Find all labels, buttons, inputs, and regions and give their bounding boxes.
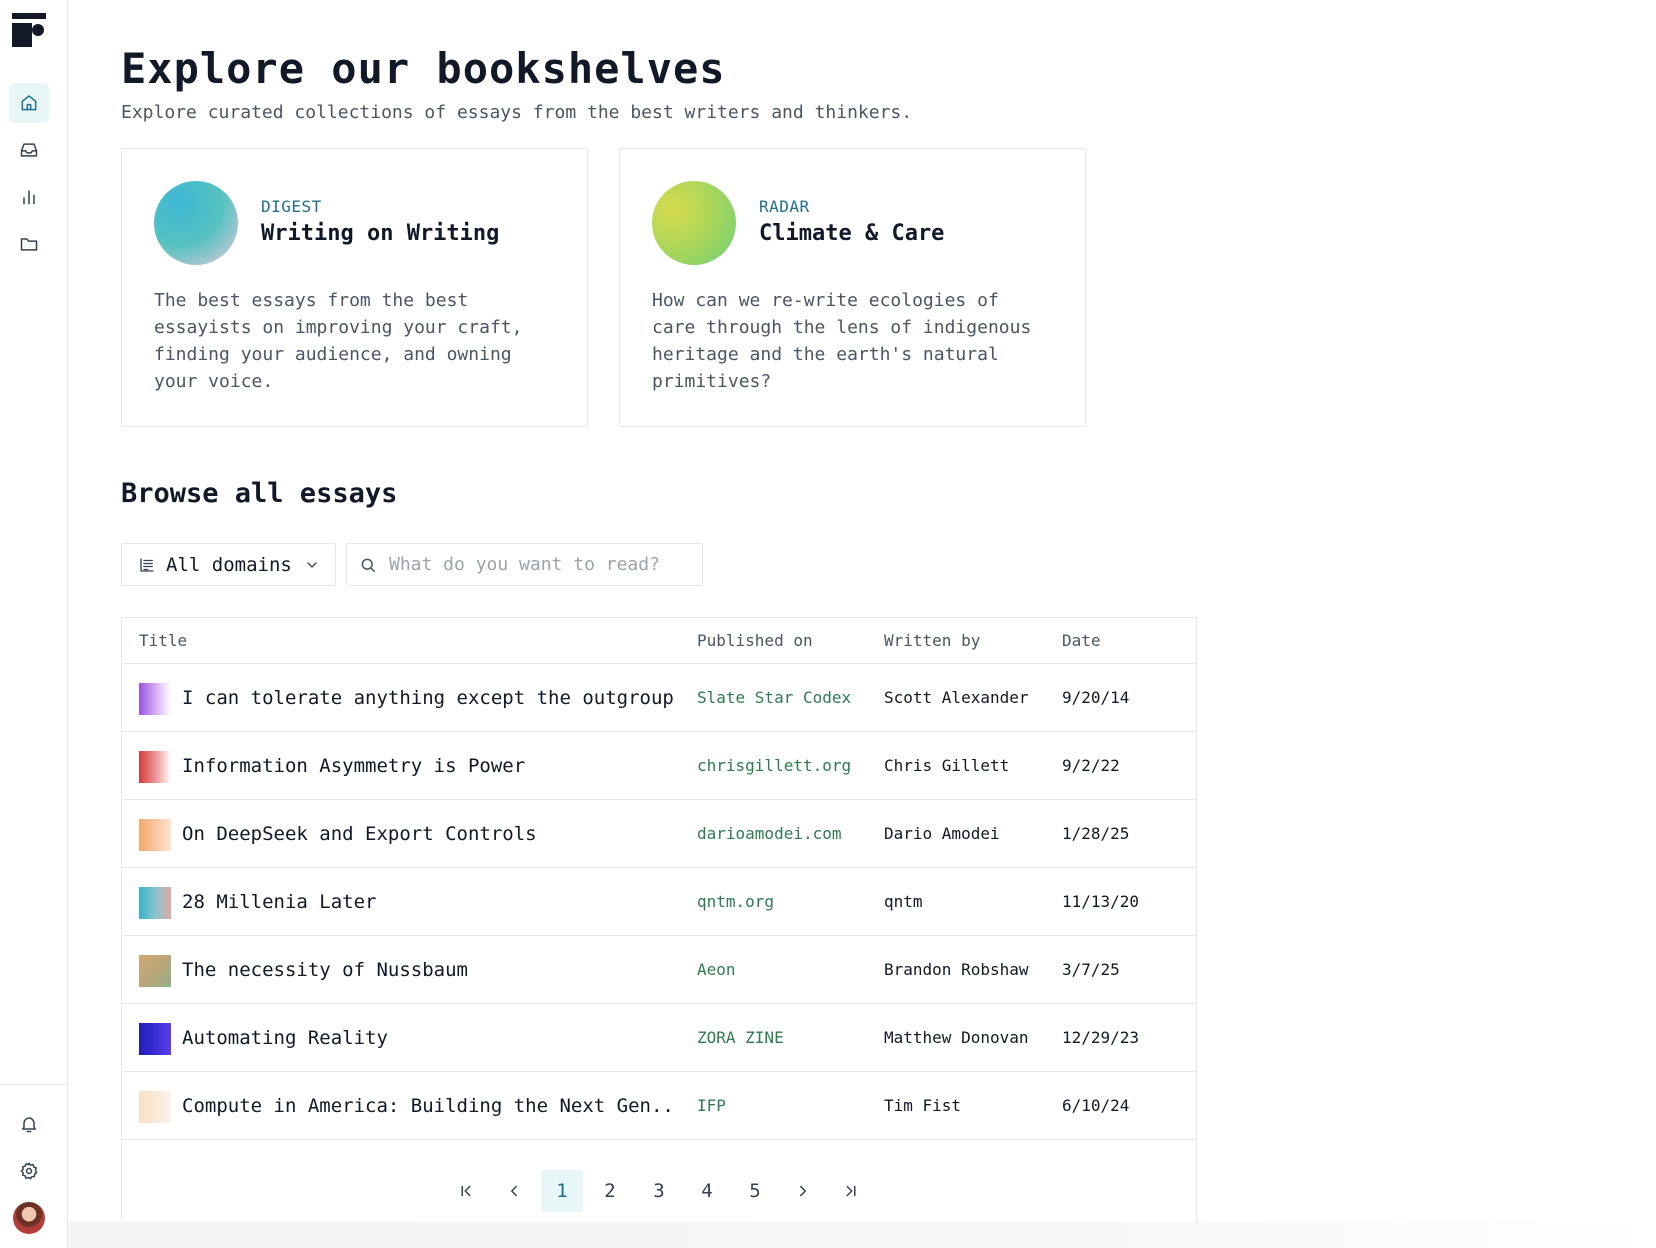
sidebar [0, 0, 68, 1248]
chevron-down-icon [307, 561, 317, 568]
essay-date: 12/29/23 [1062, 1028, 1140, 1047]
essay-publisher-link[interactable]: IFP [697, 1096, 726, 1115]
page-title: Explore our bookshelves [121, 44, 726, 93]
domain-filter-label: All domains [166, 553, 292, 576]
essay-title[interactable]: 28 Millenia Later [182, 891, 376, 913]
essay-thumbnail [139, 683, 171, 715]
essay-thumbnail [139, 955, 171, 987]
essay-title[interactable]: I can tolerate anything except the outgr… [182, 687, 674, 709]
last-page-button[interactable] [830, 1170, 872, 1212]
essay-thumbnail [139, 819, 171, 851]
collection-avatar [154, 181, 238, 265]
gear-icon [20, 1162, 38, 1180]
essay-publisher-link[interactable]: darioamodei.com [697, 824, 842, 843]
next-page-button[interactable] [782, 1170, 824, 1212]
essay-title[interactable]: The necessity of Nussbaum [182, 959, 468, 981]
inbox-icon [20, 143, 38, 157]
bottom-fade [68, 1222, 1656, 1248]
essay-date: 3/7/25 [1062, 960, 1120, 979]
page-button-4[interactable]: 4 [686, 1170, 728, 1212]
folder-icon [20, 238, 38, 251]
nav-settings[interactable] [9, 1151, 49, 1191]
table-row[interactable]: On DeepSeek and Export Controls darioamo… [122, 800, 1196, 868]
table-row[interactable]: Information Asymmetry is Power chrisgill… [122, 732, 1196, 800]
essay-author: Chris Gillett [884, 756, 1010, 775]
column-header-written-by[interactable]: Written by [884, 631, 980, 650]
essays-table: Title Published on Written by Date I can… [121, 617, 1197, 1223]
essay-title[interactable]: On DeepSeek and Export Controls [182, 823, 537, 845]
essay-publisher-link[interactable]: chrisgillett.org [697, 756, 851, 775]
page-button-5[interactable]: 5 [734, 1170, 776, 1212]
home-icon [21, 95, 37, 111]
pagination: 1 2 3 4 5 [122, 1158, 1196, 1224]
column-header-published-on[interactable]: Published on [697, 631, 813, 650]
page-button-2[interactable]: 2 [589, 1170, 631, 1212]
essay-date: 6/10/24 [1062, 1096, 1130, 1115]
first-page-button[interactable] [445, 1170, 487, 1212]
collection-card-radar[interactable]: RADAR Climate & Care How can we re-write… [619, 148, 1086, 427]
table-row[interactable]: Compute in America: Building the Next Ge… [122, 1072, 1196, 1140]
page-button-3[interactable]: 3 [638, 1170, 680, 1212]
next-page-icon [800, 1185, 806, 1197]
collection-kicker: RADAR [759, 197, 810, 216]
nav-home[interactable] [9, 83, 49, 123]
publication-logo[interactable] [12, 13, 46, 47]
page-subtitle: Explore curated collections of essays fr… [121, 102, 913, 123]
essay-thumbnail [139, 887, 171, 919]
essay-publisher-link[interactable]: Aeon [697, 960, 736, 979]
table-row[interactable]: Automating Reality ZORA ZINE Matthew Don… [122, 1004, 1196, 1072]
search-box[interactable] [346, 543, 703, 586]
prev-page-icon [511, 1185, 517, 1197]
essay-date: 1/28/25 [1062, 824, 1130, 843]
page-button-1[interactable]: 1 [541, 1170, 583, 1212]
essay-author: Tim Fist [884, 1096, 962, 1115]
essay-title[interactable]: Compute in America: Building the Next Ge… [182, 1095, 674, 1117]
prev-page-button[interactable] [493, 1170, 535, 1212]
first-page-icon [461, 1185, 471, 1197]
essay-author: Dario Amodei [884, 824, 1000, 843]
essay-thumbnail [139, 751, 171, 783]
essay-title[interactable]: Information Asymmetry is Power [182, 755, 525, 777]
table-row[interactable]: The necessity of Nussbaum Aeon Brandon R… [122, 936, 1196, 1004]
search-input[interactable] [387, 553, 687, 576]
bell-icon [22, 1117, 36, 1133]
table-row[interactable]: I can tolerate anything except the outgr… [122, 664, 1196, 732]
last-page-icon [846, 1185, 856, 1197]
collection-kicker: DIGEST [261, 197, 322, 216]
essay-author: Scott Alexander [884, 688, 1029, 707]
nav-inbox[interactable] [9, 130, 49, 170]
nav-folders[interactable] [9, 224, 49, 264]
bar-chart-icon [23, 190, 35, 205]
collection-title[interactable]: Climate & Care [759, 221, 944, 246]
section-title: Browse all essays [121, 478, 398, 509]
essay-publisher-link[interactable]: Slate Star Codex [697, 688, 851, 707]
essay-author: Brandon Robshaw [884, 960, 1029, 979]
collection-avatar [652, 181, 736, 265]
essay-date: 9/20/14 [1062, 688, 1130, 707]
collection-description: The best essays from the best essayists … [154, 290, 523, 392]
avatar[interactable] [13, 1202, 45, 1234]
essay-thumbnail [139, 1023, 171, 1055]
table-row[interactable]: 28 Millenia Later qntm.org qntm 11/13/20 [122, 868, 1196, 936]
column-header-title[interactable]: Title [139, 631, 187, 650]
nav-notifications[interactable] [9, 1104, 49, 1144]
column-header-date[interactable]: Date [1062, 631, 1101, 650]
essay-thumbnail [139, 1091, 171, 1123]
essay-author: Matthew Donovan [884, 1028, 1029, 1047]
collection-card-digest[interactable]: DIGEST Writing on Writing The best essay… [121, 148, 588, 427]
collection-title[interactable]: Writing on Writing [261, 221, 499, 246]
table-header: Title Published on Written by Date [122, 618, 1196, 664]
list-filter-icon [140, 557, 154, 572]
essay-publisher-link[interactable]: ZORA ZINE [697, 1028, 784, 1047]
essay-date: 11/13/20 [1062, 892, 1140, 911]
sidebar-divider [0, 1084, 67, 1085]
essay-date: 9/2/22 [1062, 756, 1120, 775]
domain-filter-dropdown[interactable]: All domains [121, 543, 336, 586]
nav-stats[interactable] [9, 177, 49, 217]
essay-title[interactable]: Automating Reality [182, 1027, 388, 1049]
essay-publisher-link[interactable]: qntm.org [697, 892, 774, 911]
essay-author: qntm [884, 892, 923, 911]
collection-description: How can we re-write ecologies of care th… [652, 290, 1032, 392]
search-icon [361, 558, 376, 572]
